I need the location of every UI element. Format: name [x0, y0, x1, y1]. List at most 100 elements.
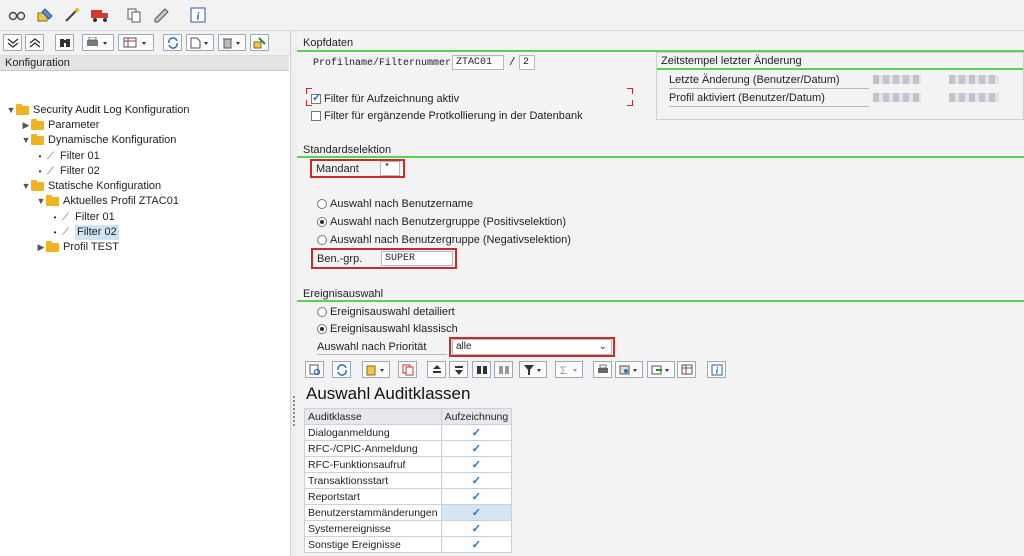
radio-by-group-negative[interactable]	[317, 235, 327, 245]
section-title-kopfdaten: Kopfdaten	[303, 37, 354, 49]
sort-descending-icon[interactable]	[449, 361, 468, 378]
wand-icon: ⟋	[47, 166, 54, 177]
layout-dropdown-icon[interactable]	[118, 34, 154, 51]
tree-node-dyn-filter-01[interactable]: • ⟋ Filter 01	[36, 149, 100, 164]
find-next-icon[interactable]	[494, 361, 513, 378]
extended-logging-checkbox[interactable]	[311, 111, 321, 121]
audit-class-table: Auditklasse Aufzeichnung Dialoganmeldung…	[304, 408, 513, 553]
section-title-standardselektion: Standardselektion	[303, 144, 392, 156]
radio-by-group-positive-label: Auswahl nach Benutzergruppe (Positivsele…	[330, 216, 567, 228]
wand-icon: ⟋	[47, 151, 54, 162]
folder-icon	[46, 241, 59, 252]
transport-icon[interactable]	[250, 34, 269, 51]
wand-icon[interactable]	[63, 6, 81, 24]
tree-node-stat-filter-02[interactable]: • ⟋ Filter 02	[51, 225, 119, 240]
blurred-date	[949, 75, 999, 84]
sort-ascending-icon[interactable]	[427, 361, 446, 378]
radio-event-detailed-label: Ereignisauswahl detailiert	[330, 306, 455, 318]
print-dropdown-icon[interactable]	[82, 34, 114, 51]
blurred-user	[873, 75, 921, 84]
last-change-label: Letzte Änderung (Benutzer/Datum)	[669, 74, 840, 86]
binoculars-icon[interactable]	[55, 34, 74, 51]
check-icon: ✓	[471, 507, 482, 519]
table-row: Systemereignisse ✓	[304, 520, 513, 537]
paste-dropdown-icon[interactable]	[362, 361, 390, 378]
check-icon: ✓	[471, 491, 482, 503]
radio-by-group-negative-label: Auswahl nach Benutzergruppe (Negativsele…	[330, 234, 571, 246]
check-icon: ✓	[471, 459, 482, 471]
folder-icon	[31, 180, 44, 191]
chevron-right-icon[interactable]: ▶	[36, 240, 46, 255]
collapse-all-icon[interactable]	[25, 34, 44, 51]
profile-activated-label: Profil aktiviert (Benutzer/Datum)	[669, 92, 825, 104]
layout-icon[interactable]	[677, 361, 696, 378]
column-header-aufzeichnung[interactable]: Aufzeichnung	[440, 408, 513, 425]
alv-title: Auswahl Auditklassen	[306, 384, 471, 403]
filter-active-label: Filter für Aufzeichnung aktiv	[324, 93, 460, 105]
radio-event-detailed[interactable]	[317, 307, 327, 317]
radio-by-username-label: Auswahl nach Benutzername	[330, 198, 474, 210]
pen-icon[interactable]	[153, 6, 171, 24]
info-icon[interactable]: i	[707, 361, 726, 378]
table-row: RFC-/CPIC-Anmeldung ✓	[304, 440, 513, 457]
tree-node-stat-filter-01[interactable]: • ⟋ Filter 01	[51, 210, 115, 225]
tree-node-parameter[interactable]: ▶ Parameter	[21, 118, 99, 133]
tree-node-statische-konfiguration[interactable]: ▼ Statische Konfiguration	[21, 179, 161, 194]
tree-node-security-audit-log[interactable]: ▼ Security Audit Log Konfiguration	[6, 103, 190, 118]
user-group-field[interactable]: SUPER	[381, 251, 453, 266]
check-icon: ✓	[471, 539, 482, 551]
tree-node-profil-test[interactable]: ▶ Profil TEST	[36, 240, 119, 255]
folder-icon	[31, 119, 44, 130]
radio-by-group-positive[interactable]	[317, 217, 327, 227]
chevron-down-icon[interactable]: ▼	[6, 103, 16, 118]
tree-node-dyn-filter-02[interactable]: • ⟋ Filter 02	[36, 164, 100, 179]
bengrp-label: Ben.-grp.	[317, 253, 363, 265]
refresh-icon[interactable]	[163, 34, 182, 51]
truck-icon[interactable]	[90, 6, 108, 24]
tree-toolbar	[0, 31, 290, 56]
detail-panel: Kopfdaten Profilname/Filternummer ZTAC01…	[297, 31, 1024, 556]
export-dropdown-icon[interactable]	[647, 361, 675, 378]
table-row: Dialoganmeldung ✓	[304, 424, 513, 441]
delete-icon[interactable]	[218, 34, 246, 51]
radio-event-classic[interactable]	[317, 324, 327, 334]
table-row: Sonstige Ereignisse ✓	[304, 536, 513, 553]
folder-icon	[16, 104, 29, 115]
copy-icon[interactable]	[125, 6, 143, 24]
filter-number-field[interactable]: 2	[519, 55, 535, 70]
check-icon: ✓	[471, 523, 482, 535]
info-icon[interactable]: i	[189, 6, 207, 24]
chevron-down-icon[interactable]: ▼	[21, 179, 31, 194]
expand-all-icon[interactable]	[3, 34, 22, 51]
edit-icon[interactable]	[36, 6, 54, 24]
copy-row-icon[interactable]	[398, 361, 417, 378]
check-icon: ✓	[471, 427, 482, 439]
tree-node-aktuelles-profil[interactable]: ▼ Aktuelles Profil ZTAC01	[36, 194, 179, 209]
chevron-down-icon[interactable]: ▼	[21, 133, 31, 148]
find-icon[interactable]	[472, 361, 491, 378]
filter-active-checkbox[interactable]	[311, 91, 321, 104]
glasses-icon[interactable]	[8, 6, 26, 24]
tree-node-dynamische-konfiguration[interactable]: ▼ Dynamische Konfiguration	[21, 133, 176, 148]
timestamp-title: Zeitstempel letzter Änderung	[661, 55, 802, 67]
new-document-icon[interactable]	[186, 34, 214, 51]
refresh-icon[interactable]	[332, 361, 351, 378]
priority-select[interactable]: alle ⌄	[452, 339, 612, 355]
extended-logging-label: Filter für ergänzende Protkollierung in …	[324, 110, 583, 122]
filter-dropdown-icon[interactable]	[519, 361, 547, 378]
radio-event-classic-label: Ereignisauswahl klassisch	[330, 323, 458, 335]
timestamp-group: Zeitstempel letzter Änderung Letzte Ände…	[656, 52, 1024, 120]
column-header-auditklasse[interactable]: Auditklasse	[304, 408, 442, 425]
sum-dropdown-icon[interactable]: Σ	[555, 361, 583, 378]
details-icon[interactable]	[305, 361, 324, 378]
radio-by-username[interactable]	[317, 199, 327, 209]
chevron-right-icon[interactable]: ▶	[21, 118, 31, 133]
views-dropdown-icon[interactable]	[615, 361, 643, 378]
chevron-down-icon[interactable]: ▼	[36, 194, 46, 209]
folder-icon	[46, 195, 59, 206]
mandant-field[interactable]: *	[380, 161, 400, 176]
chevron-down-icon: ⌄	[598, 341, 607, 352]
print-icon[interactable]	[593, 361, 612, 378]
profile-name-field[interactable]: ZTAC01	[452, 55, 504, 70]
priority-label: Auswahl nach Priorität	[317, 341, 427, 353]
